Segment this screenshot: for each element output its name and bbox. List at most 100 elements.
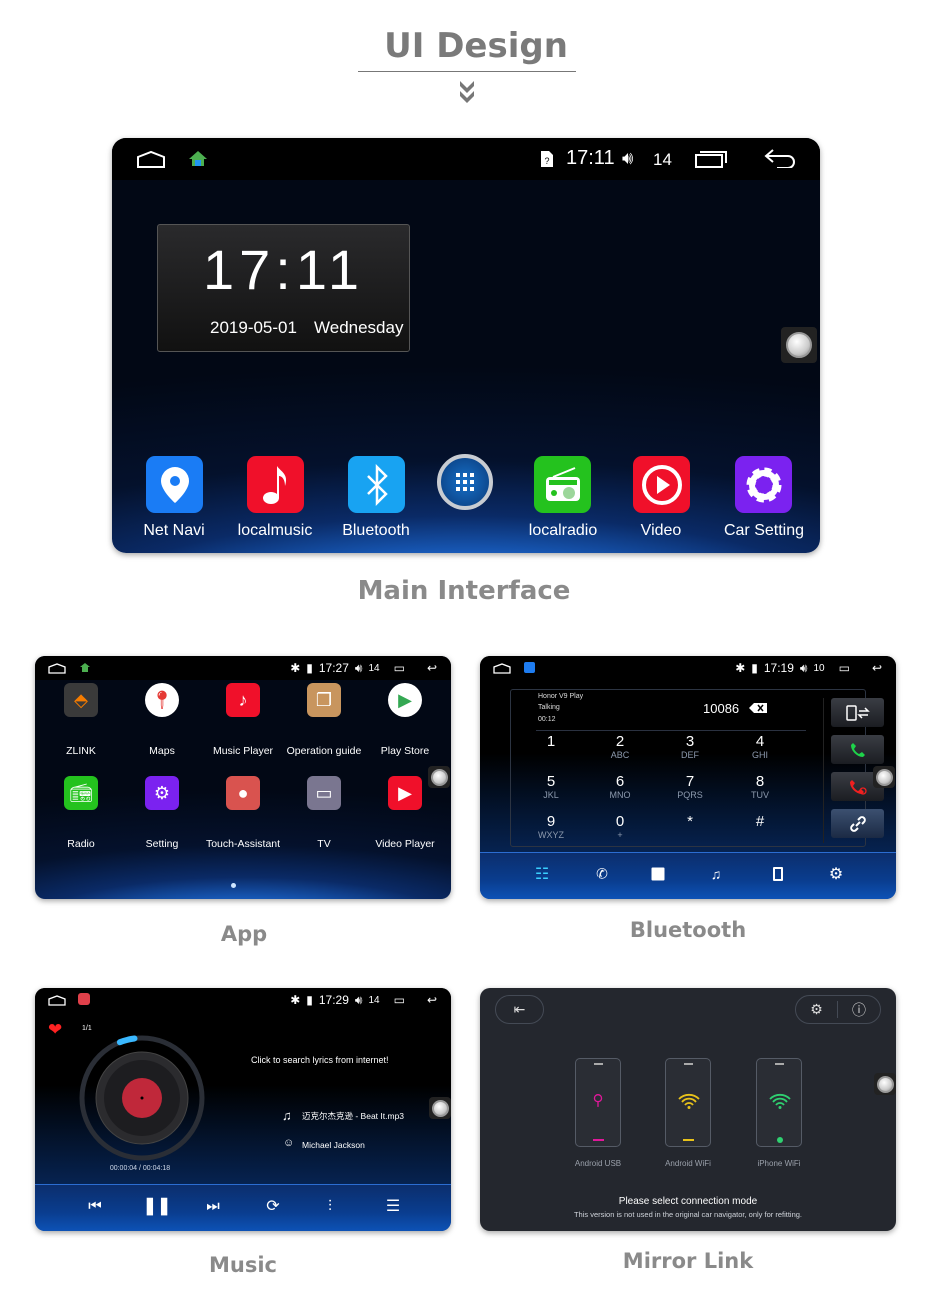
playlist-icon[interactable]: ☰: [386, 1196, 400, 1216]
transfer-audio-button[interactable]: [831, 698, 884, 727]
dock-label: Video: [640, 522, 682, 539]
android-usb-option[interactable]: ⚲: [575, 1058, 621, 1147]
link-button[interactable]: [831, 809, 884, 838]
dialed-number[interactable]: 10086: [703, 701, 739, 716]
play-icon: ▶: [398, 782, 412, 803]
exit-button[interactable]: ⇤: [495, 995, 544, 1024]
home-nav-icon[interactable]: [136, 150, 166, 168]
maps-app[interactable]: 📍︎: [145, 683, 179, 717]
next-icon[interactable]: ⏭: [206, 1198, 220, 1215]
app-grid: ⬘ ZLINK 📍︎ Maps ♪ Music Player ❐ Operation guid…: [35, 656, 451, 899]
lyrics-search-link[interactable]: Click to search lyrics from internet!: [251, 1055, 389, 1065]
page-indicator[interactable]: [231, 883, 236, 888]
apps-grid-icon: [456, 473, 474, 491]
zlink-icon: ⬘: [74, 689, 88, 710]
status-time: 17:29: [318, 993, 349, 1007]
floating-home-button[interactable]: [874, 1073, 896, 1095]
home-nav-icon[interactable]: [48, 994, 66, 1006]
back-icon[interactable]: ↩: [427, 993, 437, 1007]
key-letters: TUV: [751, 790, 769, 800]
repeat-icon[interactable]: ⟳: [266, 1196, 279, 1216]
key-letters: WXYZ: [538, 830, 564, 840]
progress-ring[interactable]: [75, 1034, 209, 1168]
favorite-heart-icon[interactable]: ❤: [48, 1020, 62, 1040]
floating-home-button[interactable]: [781, 327, 817, 363]
exit-icon: ⇤: [513, 1001, 526, 1017]
tv-app[interactable]: ▭: [307, 776, 341, 810]
keypad-key[interactable]: 8 TUV: [730, 774, 790, 801]
touch-assistant-app[interactable]: ●: [226, 776, 260, 810]
keypad-key[interactable]: 3 DEF: [660, 734, 720, 761]
gear-icon: [746, 467, 781, 502]
localmusic-app[interactable]: [247, 456, 304, 513]
floating-home-button[interactable]: [429, 1097, 451, 1119]
contacts-icon[interactable]: [651, 867, 665, 881]
net-navi-app[interactable]: [146, 456, 203, 513]
mode-label: iPhone WiFi: [757, 1159, 801, 1168]
car-setting-app[interactable]: [735, 456, 792, 513]
video-app[interactable]: [633, 456, 690, 513]
key-digit: *: [687, 813, 693, 830]
key-digit: 7: [685, 773, 695, 790]
iphone-wifi-option[interactable]: [756, 1058, 802, 1147]
keypad-key[interactable]: 4 GHI: [730, 734, 790, 761]
pause-icon[interactable]: ❚❚: [143, 1196, 172, 1216]
keypad-key[interactable]: 5 JKL: [521, 774, 581, 801]
play-icon: [641, 464, 682, 505]
radio-icon: [545, 466, 580, 501]
recents-icon[interactable]: ▭: [394, 993, 405, 1007]
backspace-icon[interactable]: [749, 703, 767, 713]
setting-app[interactable]: ⚙: [145, 776, 179, 810]
recents-icon[interactable]: [695, 150, 727, 168]
equalizer-icon[interactable]: ⫶: [328, 1198, 332, 1215]
back-icon[interactable]: ↩: [872, 661, 882, 675]
phone-device-icon[interactable]: [773, 867, 783, 881]
volume-icon[interactable]: 🔊︎: [355, 993, 363, 1008]
music-player-app[interactable]: ♪: [226, 683, 260, 717]
keypad-key[interactable]: 7 PQRS: [660, 774, 720, 801]
keypad-key[interactable]: 2 ABC: [590, 734, 650, 761]
home-nav-icon[interactable]: [493, 662, 511, 674]
volume-level: 10: [813, 662, 825, 674]
playback-time: 00:00:04 / 00:04:18: [109, 1165, 171, 1172]
zlink-app[interactable]: ⬘: [64, 683, 98, 717]
floating-home-button[interactable]: [873, 766, 895, 788]
keypad-key[interactable]: 1: [521, 734, 581, 750]
bluetooth-app[interactable]: [348, 456, 405, 513]
bt-music-icon[interactable]: ♫: [711, 866, 722, 882]
key-letters: ABC: [610, 750, 630, 760]
play-store-app[interactable]: ▶: [388, 683, 422, 717]
settings-icon[interactable]: ⚙: [796, 1001, 839, 1018]
bt-settings-icon[interactable]: ⚙: [829, 864, 843, 884]
key-digit: 6: [615, 773, 625, 790]
bluetooth-status-icon: ✱: [735, 661, 746, 675]
call-log-icon[interactable]: ✆: [596, 866, 608, 883]
keypad-key[interactable]: 6 MNO: [590, 774, 650, 801]
localradio-app[interactable]: [534, 456, 591, 513]
keypad-key[interactable]: 0 +: [590, 814, 650, 841]
back-icon[interactable]: [763, 148, 797, 168]
previous-icon[interactable]: ⏮: [88, 1198, 102, 1215]
radio-app[interactable]: 📻︎: [64, 776, 98, 810]
volume-icon[interactable]: 🔊︎: [622, 148, 633, 169]
keypad-key[interactable]: *: [660, 814, 720, 830]
app-label: Play Store: [380, 745, 430, 757]
android-wifi-option[interactable]: [665, 1058, 711, 1147]
video-player-app[interactable]: ▶: [388, 776, 422, 810]
transfer-audio-icon: [845, 704, 870, 721]
keypad-key[interactable]: #: [730, 814, 790, 830]
answer-call-button[interactable]: [831, 735, 884, 764]
bluetooth-app-notification-icon: [524, 662, 535, 673]
volume-icon[interactable]: 🔊︎: [800, 661, 808, 676]
status-time: 17:19: [763, 661, 794, 675]
all-apps-button[interactable]: [437, 454, 493, 510]
help-icon[interactable]: ⓘ: [838, 1000, 880, 1020]
keypad-key[interactable]: 9 WXYZ: [521, 814, 581, 841]
launcher-home-icon[interactable]: [188, 150, 208, 167]
answer-call-icon: [850, 742, 865, 757]
mirror-link-screen: ⇤ ⚙ ⓘ ⚲ Android USB Android WiFi iPhone …: [480, 988, 896, 1231]
recents-icon[interactable]: ▭: [839, 661, 850, 675]
operation-guide-app[interactable]: ❐: [307, 683, 341, 717]
dialpad-icon[interactable]: ☷: [535, 864, 549, 884]
clock-widget[interactable]: 17:11 2019-05-01 Wednesday: [157, 224, 410, 352]
